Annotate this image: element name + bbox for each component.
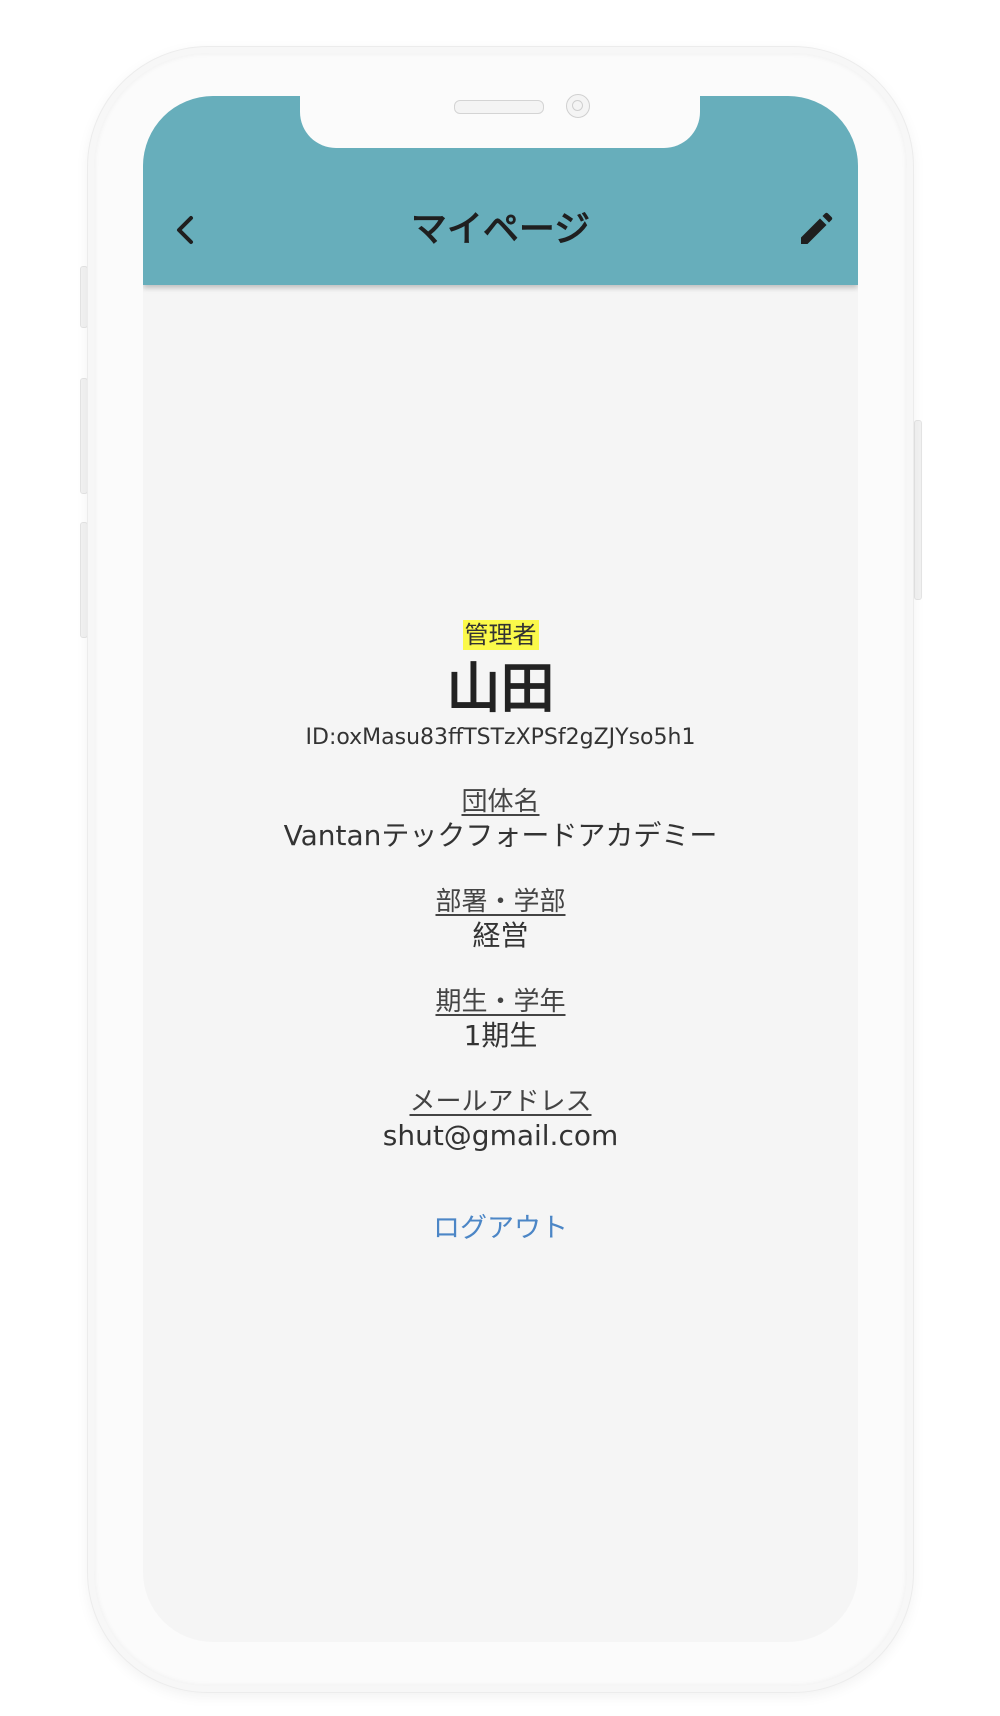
department-value: 経営	[472, 919, 529, 952]
user-id: ID:oxMasu83ffTSTzXPSf2gZJYso5h1	[305, 725, 696, 750]
grade-value: 1期生	[463, 1019, 538, 1052]
speaker-grille	[454, 100, 544, 114]
back-button[interactable]	[163, 208, 207, 252]
organization-field: 団体名 Vantanテックフォードアカデミー	[143, 786, 858, 854]
grade-field: 期生・学年 1期生	[143, 986, 858, 1054]
page-title: マイページ	[410, 209, 591, 250]
email-label: メールアドレス	[409, 1087, 592, 1117]
role-badge: 管理者	[462, 620, 539, 650]
user-name: 山田	[446, 657, 555, 720]
volume-down-button	[80, 522, 88, 638]
edit-button[interactable]	[793, 208, 837, 252]
organization-label: 団体名	[461, 787, 540, 817]
app-screen: マイページ 管理者 山田 ID:oxMasu83ffTSTzXPSf2gZJYs…	[143, 96, 858, 1642]
logout-button[interactable]: ログアウト	[433, 1212, 568, 1246]
power-button	[914, 420, 922, 600]
email-value: shut@gmail.com	[382, 1119, 619, 1152]
pencil-icon	[801, 212, 833, 244]
front-camera	[566, 94, 590, 118]
volume-up-button	[80, 378, 88, 494]
organization-value: Vantanテックフォードアカデミー	[283, 819, 718, 852]
profile-section: 管理者 山田 ID:oxMasu83ffTSTzXPSf2gZJYso5h1 団…	[143, 620, 858, 1246]
chevron-left-icon	[177, 216, 193, 244]
department-label: 部署・学部	[435, 887, 566, 917]
email-field: メールアドレス shut@gmail.com	[143, 1086, 858, 1154]
department-field: 部署・学部 経営	[143, 886, 858, 954]
grade-label: 期生・学年	[435, 987, 566, 1017]
mute-switch	[80, 266, 88, 328]
device-canvas: マイページ 管理者 山田 ID:oxMasu83ffTSTzXPSf2gZJYs…	[0, 0, 1000, 1716]
